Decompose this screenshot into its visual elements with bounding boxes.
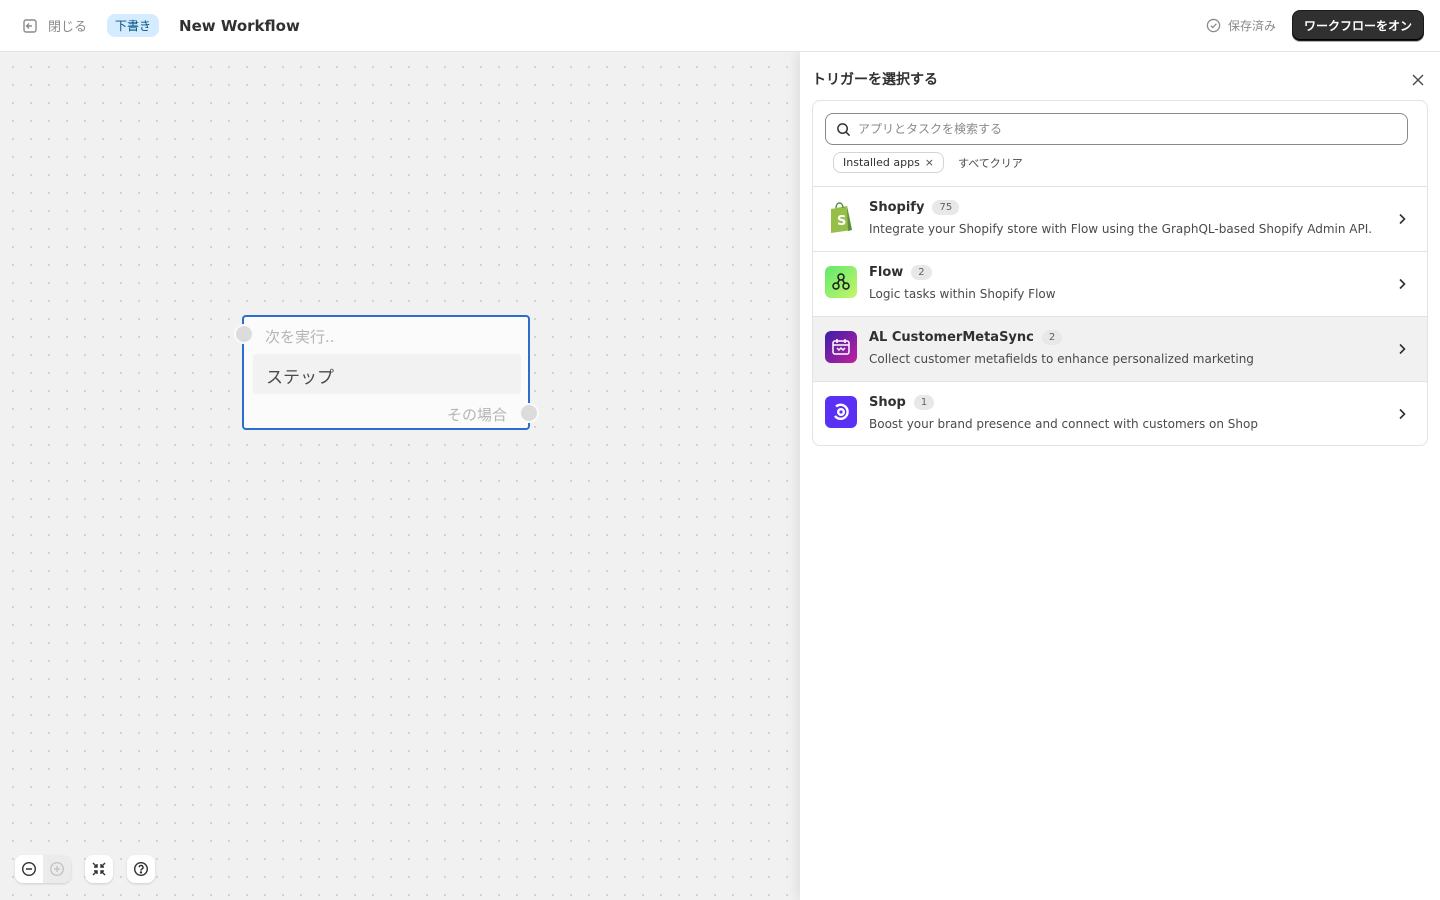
saved-label: 保存済み (1227, 19, 1276, 33)
app-item-al-customermetasync[interactable]: AL CustomerMetaSync 2 Collect customer m… (813, 316, 1427, 381)
app-item-shop[interactable]: Shop 1 Boost your brand presence and con… (813, 381, 1427, 445)
shopify-bag-icon: S (825, 201, 857, 233)
app-name: AL CustomerMetaSync (869, 330, 1034, 345)
app-description: Boost your brand presence and connect wi… (869, 417, 1258, 431)
zoom-in-button[interactable] (43, 855, 71, 883)
minus-circle-icon (21, 861, 37, 877)
app-description: Integrate your Shopify store with Flow u… (869, 222, 1373, 236)
panel-title: トリガーを選択する (812, 72, 938, 88)
step-node-body[interactable]: ステップ (253, 354, 521, 394)
close-button[interactable]: 閉じる (22, 16, 87, 35)
plus-circle-icon (49, 861, 65, 877)
close-label: 閉じる (48, 20, 88, 35)
chevron-right-icon (1399, 213, 1406, 225)
turn-on-workflow-button[interactable]: ワークフローをオン (1291, 10, 1424, 41)
close-icon[interactable] (1410, 72, 1426, 88)
check-circle-icon (1206, 18, 1221, 33)
app-list-card: Installed apps × すべてクリア S Shopify (812, 100, 1428, 446)
workflow-title[interactable]: New Workflow (179, 17, 300, 35)
filter-chip-installed-apps[interactable]: Installed apps × (833, 152, 945, 173)
search-input[interactable] (858, 122, 1398, 136)
trigger-panel: トリガーを選択する Installed apps × すべてクリア (800, 52, 1440, 900)
workflow-canvas[interactable]: 次を実行.. ステップ その場合 (0, 52, 800, 900)
input-port[interactable] (234, 324, 254, 344)
app-count-badge: 1 (913, 395, 935, 410)
app-description: Collect customer metafields to enhance p… (869, 352, 1254, 366)
clear-all-button[interactable]: すべてクリア (958, 155, 1023, 171)
zoom-group (15, 855, 71, 883)
app-count-badge: 2 (1041, 330, 1063, 345)
canvas-controls (15, 855, 155, 883)
collapse-arrows-icon (92, 862, 106, 876)
filter-chip-label: Installed apps (843, 156, 920, 169)
app-name: Flow (869, 265, 904, 280)
chevron-right-icon (1399, 343, 1406, 355)
svg-text:S: S (837, 214, 846, 229)
top-bar: 閉じる 下書き New Workflow 保存済み ワークフローをオン (0, 0, 1440, 52)
chevron-right-icon (1399, 278, 1406, 290)
app-name: Shop (869, 395, 906, 410)
app-item-flow[interactable]: Flow 2 Logic tasks within Shopify Flow (813, 251, 1427, 316)
question-circle-icon (133, 861, 149, 877)
app-count-badge: 75 (932, 200, 960, 215)
step-node[interactable]: 次を実行.. ステップ その場合 (234, 315, 539, 430)
exit-icon (23, 18, 37, 33)
status-badge: 下書き (107, 14, 160, 37)
remove-filter-icon[interactable]: × (925, 156, 934, 169)
step-node-label: ステップ (266, 368, 334, 388)
help-button[interactable] (127, 855, 155, 883)
step-node-post-label: その場合 (446, 406, 507, 424)
search-box[interactable] (825, 113, 1408, 145)
app-name: Shopify (869, 200, 925, 215)
app-description: Logic tasks within Shopify Flow (869, 287, 1056, 301)
filter-row: Installed apps × すべてクリア (833, 152, 1023, 173)
fit-view-button[interactable] (85, 855, 113, 883)
output-port[interactable] (519, 403, 539, 423)
shop-icon (825, 396, 857, 428)
flow-icon (825, 266, 857, 298)
app-count-badge: 2 (911, 265, 932, 280)
customermetasync-icon (825, 331, 857, 363)
step-node-pre-label: 次を実行.. (265, 328, 335, 346)
chevron-right-icon (1399, 408, 1406, 420)
zoom-out-button[interactable] (15, 855, 43, 883)
search-icon (837, 122, 851, 136)
save-status: 保存済み (1206, 17, 1276, 34)
app-item-shopify[interactable]: S Shopify 75 Integrate your Shopify stor… (813, 186, 1427, 251)
app-list: S Shopify 75 Integrate your Shopify stor… (813, 186, 1427, 445)
